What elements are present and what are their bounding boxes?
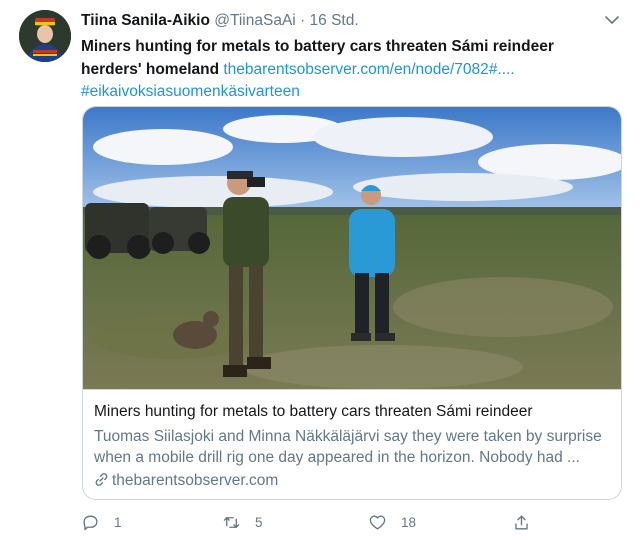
card-domain-text: thebarentsobserver.com <box>112 472 279 489</box>
link-card[interactable]: Miners hunting for metals to battery car… <box>82 106 622 500</box>
tweet-actions: 1 5 18 <box>81 510 541 534</box>
share-button[interactable] <box>512 510 545 534</box>
like-count: 18 <box>401 514 417 530</box>
link-icon <box>95 473 108 486</box>
tweet[interactable]: Tiina Sanila-Aikio @TiinaSaAi · 16 Std. … <box>0 0 640 541</box>
timestamp[interactable]: 16 Std. <box>310 12 359 29</box>
card-description: Tuomas Siilasjoki and Minna Näkkäläjärvi… <box>94 428 602 466</box>
like-icon <box>369 514 386 530</box>
card-body[interactable]: Miners hunting for metals to battery car… <box>83 389 621 499</box>
reply-count: 1 <box>114 514 122 530</box>
share-icon <box>515 514 528 530</box>
card-title[interactable]: Miners hunting for metals to battery car… <box>94 403 614 421</box>
avatar-image <box>19 10 71 62</box>
like-button[interactable]: 18 <box>368 510 416 534</box>
author-handle[interactable]: @TiinaSaAi <box>214 12 296 29</box>
avatar[interactable] <box>19 10 71 62</box>
chevron-down-icon[interactable] <box>604 12 620 28</box>
reply-button[interactable]: 1 <box>81 510 122 534</box>
separator: · <box>300 12 306 29</box>
card-domain: thebarentsobserver.com <box>94 472 278 490</box>
tweet-header: Tiina Sanila-Aikio @TiinaSaAi · 16 Std. <box>81 12 610 34</box>
author-name[interactable]: Tiina Sanila-Aikio <box>81 12 210 29</box>
retweet-count: 5 <box>255 514 263 530</box>
retweet-icon <box>223 516 240 528</box>
tweet-link[interactable]: thebarentsobserver.com/en/node/7082#.... <box>223 61 514 78</box>
card-image[interactable] <box>83 107 621 389</box>
tweet-hashtag[interactable]: #eikaivoksiasuomenkäsivarteen <box>81 83 300 100</box>
tweet-text: Miners hunting for metals to battery car… <box>81 36 601 104</box>
reply-icon <box>83 514 98 530</box>
retweet-button[interactable]: 5 <box>222 510 263 534</box>
